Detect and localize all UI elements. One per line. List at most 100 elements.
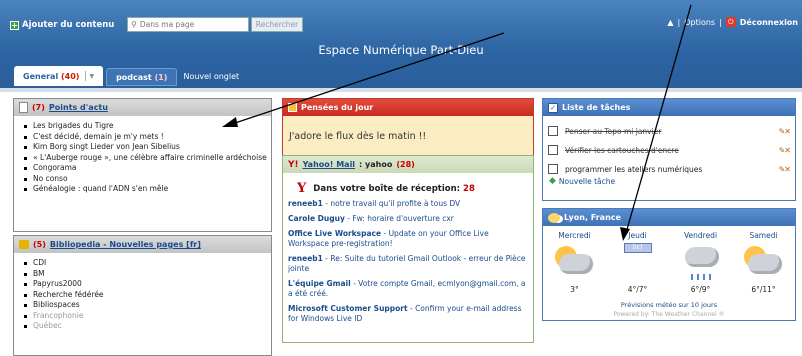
list-item[interactable]: C'est décidé, demain je m'y mets ! xyxy=(24,132,271,143)
separator: | xyxy=(677,17,681,27)
pensees-widget: Pensées du jour J'adore le flux dès le m… xyxy=(282,98,534,158)
task-text[interactable]: Penser au Topo mi janvier xyxy=(565,127,661,136)
task-edit-delete-icons[interactable]: ✎✕ xyxy=(779,165,791,174)
mail-user: : yahoo xyxy=(359,160,393,169)
item-count: (7) xyxy=(32,103,45,112)
forecast-day: Vendredi 6°/9° xyxy=(671,231,731,294)
message-item[interactable]: reneeb1 - notre travail qu'il profite à … xyxy=(288,199,529,209)
mail-count: (28) xyxy=(396,160,415,169)
task-item: programmer les ateliers numériques ✎✕ xyxy=(543,162,795,176)
forecast-days: Mercredi 3° Jeudi [ic] 4°/7° Vendredi 6°… xyxy=(543,226,795,294)
task-item: Penser au Topo mi janvier ✎✕ xyxy=(543,124,795,138)
power-icon: ⏻ xyxy=(725,17,736,27)
search-button[interactable]: Rechercher xyxy=(251,17,303,32)
thought-text: J'adore le flux dès le matin !! xyxy=(283,116,533,157)
list-item[interactable]: « L'Auberge rouge », une célèbre affaire… xyxy=(24,153,271,164)
widget-title-link[interactable]: Points d'actu xyxy=(49,103,108,112)
add-content-label: Ajouter du contenu xyxy=(22,20,115,30)
list-item[interactable]: Les brigades du Tigre xyxy=(24,121,271,132)
sun-cloud-icon xyxy=(734,243,794,281)
weather-icon xyxy=(548,212,560,223)
day-name: Vendredi xyxy=(683,231,718,240)
list-item[interactable]: CDI xyxy=(24,258,271,269)
task-checkbox[interactable] xyxy=(548,126,558,136)
widget-header: Pensées du jour xyxy=(283,99,533,116)
message-item[interactable]: L'équipe Gmail - Votre compte Gmail, ecm… xyxy=(288,279,529,299)
bibliopedia-widget: (5) Bibliopedia - Nouvelles pages [fr] C… xyxy=(13,235,272,356)
list-item[interactable]: Généalogie : quand l'ADN s'en mêle xyxy=(24,184,271,195)
tab-count: (1) xyxy=(154,72,168,82)
message-item[interactable]: Office Live Workspace - Update on your O… xyxy=(288,229,529,249)
widget-header: Y! Yahoo! Mail : yahoo (28) xyxy=(283,156,533,173)
tab-new[interactable]: Nouvel onglet xyxy=(180,66,242,86)
thought-icon xyxy=(288,103,297,112)
tab-label: General xyxy=(23,71,59,81)
message-list: reneeb1 - notre travail qu'il profite à … xyxy=(283,196,533,324)
widget-header: ✓ Liste de tâches xyxy=(543,99,795,116)
cloud-icon: [ic] xyxy=(608,243,668,281)
forecast-link[interactable]: Prévisions météo sur 10 jours xyxy=(543,301,795,309)
mail-widget: Y! Yahoo! Mail : yahoo (28) Y Dans votre… xyxy=(282,155,534,343)
message-item[interactable]: reneeb1 - Re: Suite du tutoriel Gmail Ou… xyxy=(288,254,529,274)
search-icon: ⚲ xyxy=(131,20,137,29)
temperature: 6°/11° xyxy=(751,285,776,294)
widget-title-link[interactable]: Bibliopedia - Nouvelles pages [fr] xyxy=(50,240,201,249)
powered-by: Powered by: The Weather Channel ® xyxy=(613,311,725,318)
list-item[interactable]: Kim Borg singt Lieder von Jean Sibelius xyxy=(24,142,271,153)
widget-header: (7) Points d'actu xyxy=(14,99,271,116)
widget-title: Pensées du jour xyxy=(301,103,374,112)
day-name: Samedi xyxy=(749,231,778,240)
logout-link[interactable]: Déconnexion xyxy=(740,18,798,27)
message-item[interactable]: Microsoft Customer Support - Confirm you… xyxy=(288,304,529,324)
forecast-day: Mercredi 3° xyxy=(545,231,605,294)
tab-count: (40) xyxy=(61,71,80,81)
dropdown-arrow-icon[interactable]: ▼ xyxy=(89,73,94,80)
task-edit-delete-icons[interactable]: ✎✕ xyxy=(779,127,791,136)
search-input[interactable] xyxy=(139,20,240,29)
search-box: ⚲ xyxy=(127,17,249,32)
temperature: 3° xyxy=(570,285,579,294)
yahoo-icon: Y! xyxy=(288,159,299,170)
list-item[interactable]: Recherche fédérée xyxy=(24,290,271,301)
message-item[interactable]: Carole Duguy - Fw: horaire d'ouverture c… xyxy=(288,214,529,224)
rain-cloud-icon xyxy=(671,243,731,281)
tab-bar: General (40) ▼ podcast (1) Nouvel onglet xyxy=(14,66,242,86)
tab-general[interactable]: General (40) ▼ xyxy=(14,66,104,86)
points-actu-widget: (7) Points d'actu Les brigades du Tigre … xyxy=(13,98,272,232)
list-item[interactable]: BM xyxy=(24,269,271,280)
inbox-label: Dans votre boîte de réception: xyxy=(313,183,461,194)
pages-list: CDI BM Papyrus2000 Recherche fédérée Bib… xyxy=(14,253,271,332)
forecast-day: Jeudi [ic] 4°/7° xyxy=(608,231,668,294)
options-link[interactable]: Options xyxy=(684,18,715,27)
widget-header: Lyon, France xyxy=(543,209,795,226)
temperature: 4°/7° xyxy=(627,285,648,294)
task-text[interactable]: Vérifier les cartouches d'encre xyxy=(565,146,679,155)
yahoo-logo-icon: Y xyxy=(297,181,307,196)
options-arrow-icon: ▲ xyxy=(667,17,674,27)
widget-title: Lyon, France xyxy=(564,213,621,222)
list-item[interactable]: Bibliospaces xyxy=(24,300,271,311)
task-edit-delete-icons[interactable]: ✎✕ xyxy=(779,146,791,155)
list-item[interactable]: No conso xyxy=(24,174,271,185)
widget-title: Liste de tâches xyxy=(562,103,631,112)
task-text[interactable]: programmer les ateliers numériques xyxy=(565,165,702,174)
weather-widget: Lyon, France Mercredi 3° Jeudi [ic] 4°/7… xyxy=(542,208,796,321)
checklist-icon: ✓ xyxy=(548,102,558,113)
day-name: Mercredi xyxy=(558,231,591,240)
new-task-link[interactable]: ◆ Nouvelle tâche xyxy=(543,176,795,186)
document-icon xyxy=(19,102,28,113)
tab-podcast[interactable]: podcast (1) xyxy=(106,68,178,86)
list-item[interactable]: Francophonie xyxy=(24,311,271,322)
sun-cloud-icon xyxy=(545,243,605,281)
task-checkbox[interactable] xyxy=(548,164,558,174)
list-item[interactable]: Papyrus2000 xyxy=(24,279,271,290)
add-icon: ◆ xyxy=(549,176,556,186)
add-icon: + xyxy=(10,20,19,30)
yahoo-mail-link[interactable]: Yahoo! Mail xyxy=(303,160,355,169)
add-content-button[interactable]: + Ajouter du contenu xyxy=(10,20,114,30)
task-checkbox[interactable] xyxy=(548,145,558,155)
new-task-label: Nouvelle tâche xyxy=(558,176,616,186)
list-item[interactable]: Congorama xyxy=(24,163,271,174)
day-badge: [ic] xyxy=(623,243,652,253)
list-item[interactable]: Québec xyxy=(24,321,271,332)
